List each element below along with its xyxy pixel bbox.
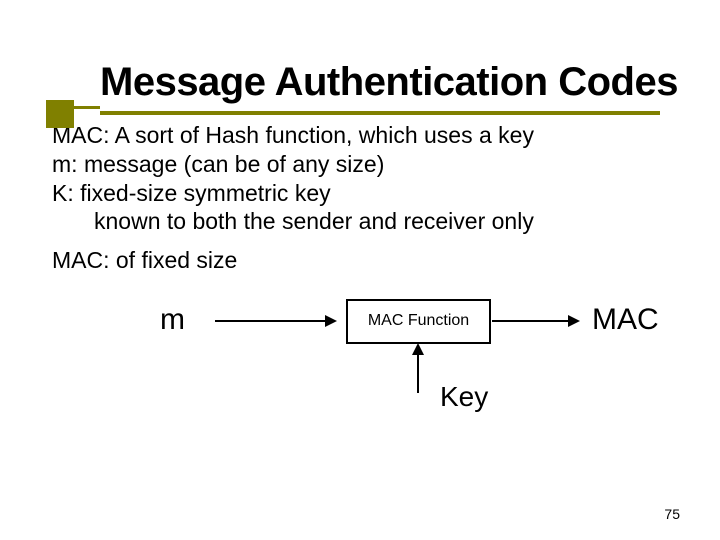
slide-title: Message Authentication Codes — [50, 60, 670, 105]
diagram-input-m: m — [160, 303, 185, 337]
body-line-5: MAC: of fixed size — [52, 246, 670, 275]
arrow-output-icon — [492, 320, 578, 322]
body-line-3: K: fixed-size symmetric key — [52, 179, 670, 208]
arrow-key-icon — [417, 345, 419, 393]
diagram-output-mac: MAC — [592, 303, 659, 337]
arrow-input-icon — [215, 320, 335, 322]
body-line-4: known to both the sender and receiver on… — [52, 207, 670, 236]
title-bullet-line — [52, 106, 100, 109]
diagram-key-label: Key — [440, 381, 488, 413]
page-number: 75 — [664, 506, 680, 522]
body-line-2: m: message (can be of any size) — [52, 150, 670, 179]
slide-body: MAC: A sort of Hash function, which uses… — [52, 121, 670, 275]
body-line-1: MAC: A sort of Hash function, which uses… — [52, 121, 670, 150]
mac-diagram: m MAC Function MAC Key — [50, 303, 670, 423]
mac-function-box: MAC Function — [346, 299, 491, 344]
title-underline — [100, 111, 660, 115]
slide: Message Authentication Codes MAC: A sort… — [0, 0, 720, 540]
title-bullet-square — [46, 100, 74, 128]
